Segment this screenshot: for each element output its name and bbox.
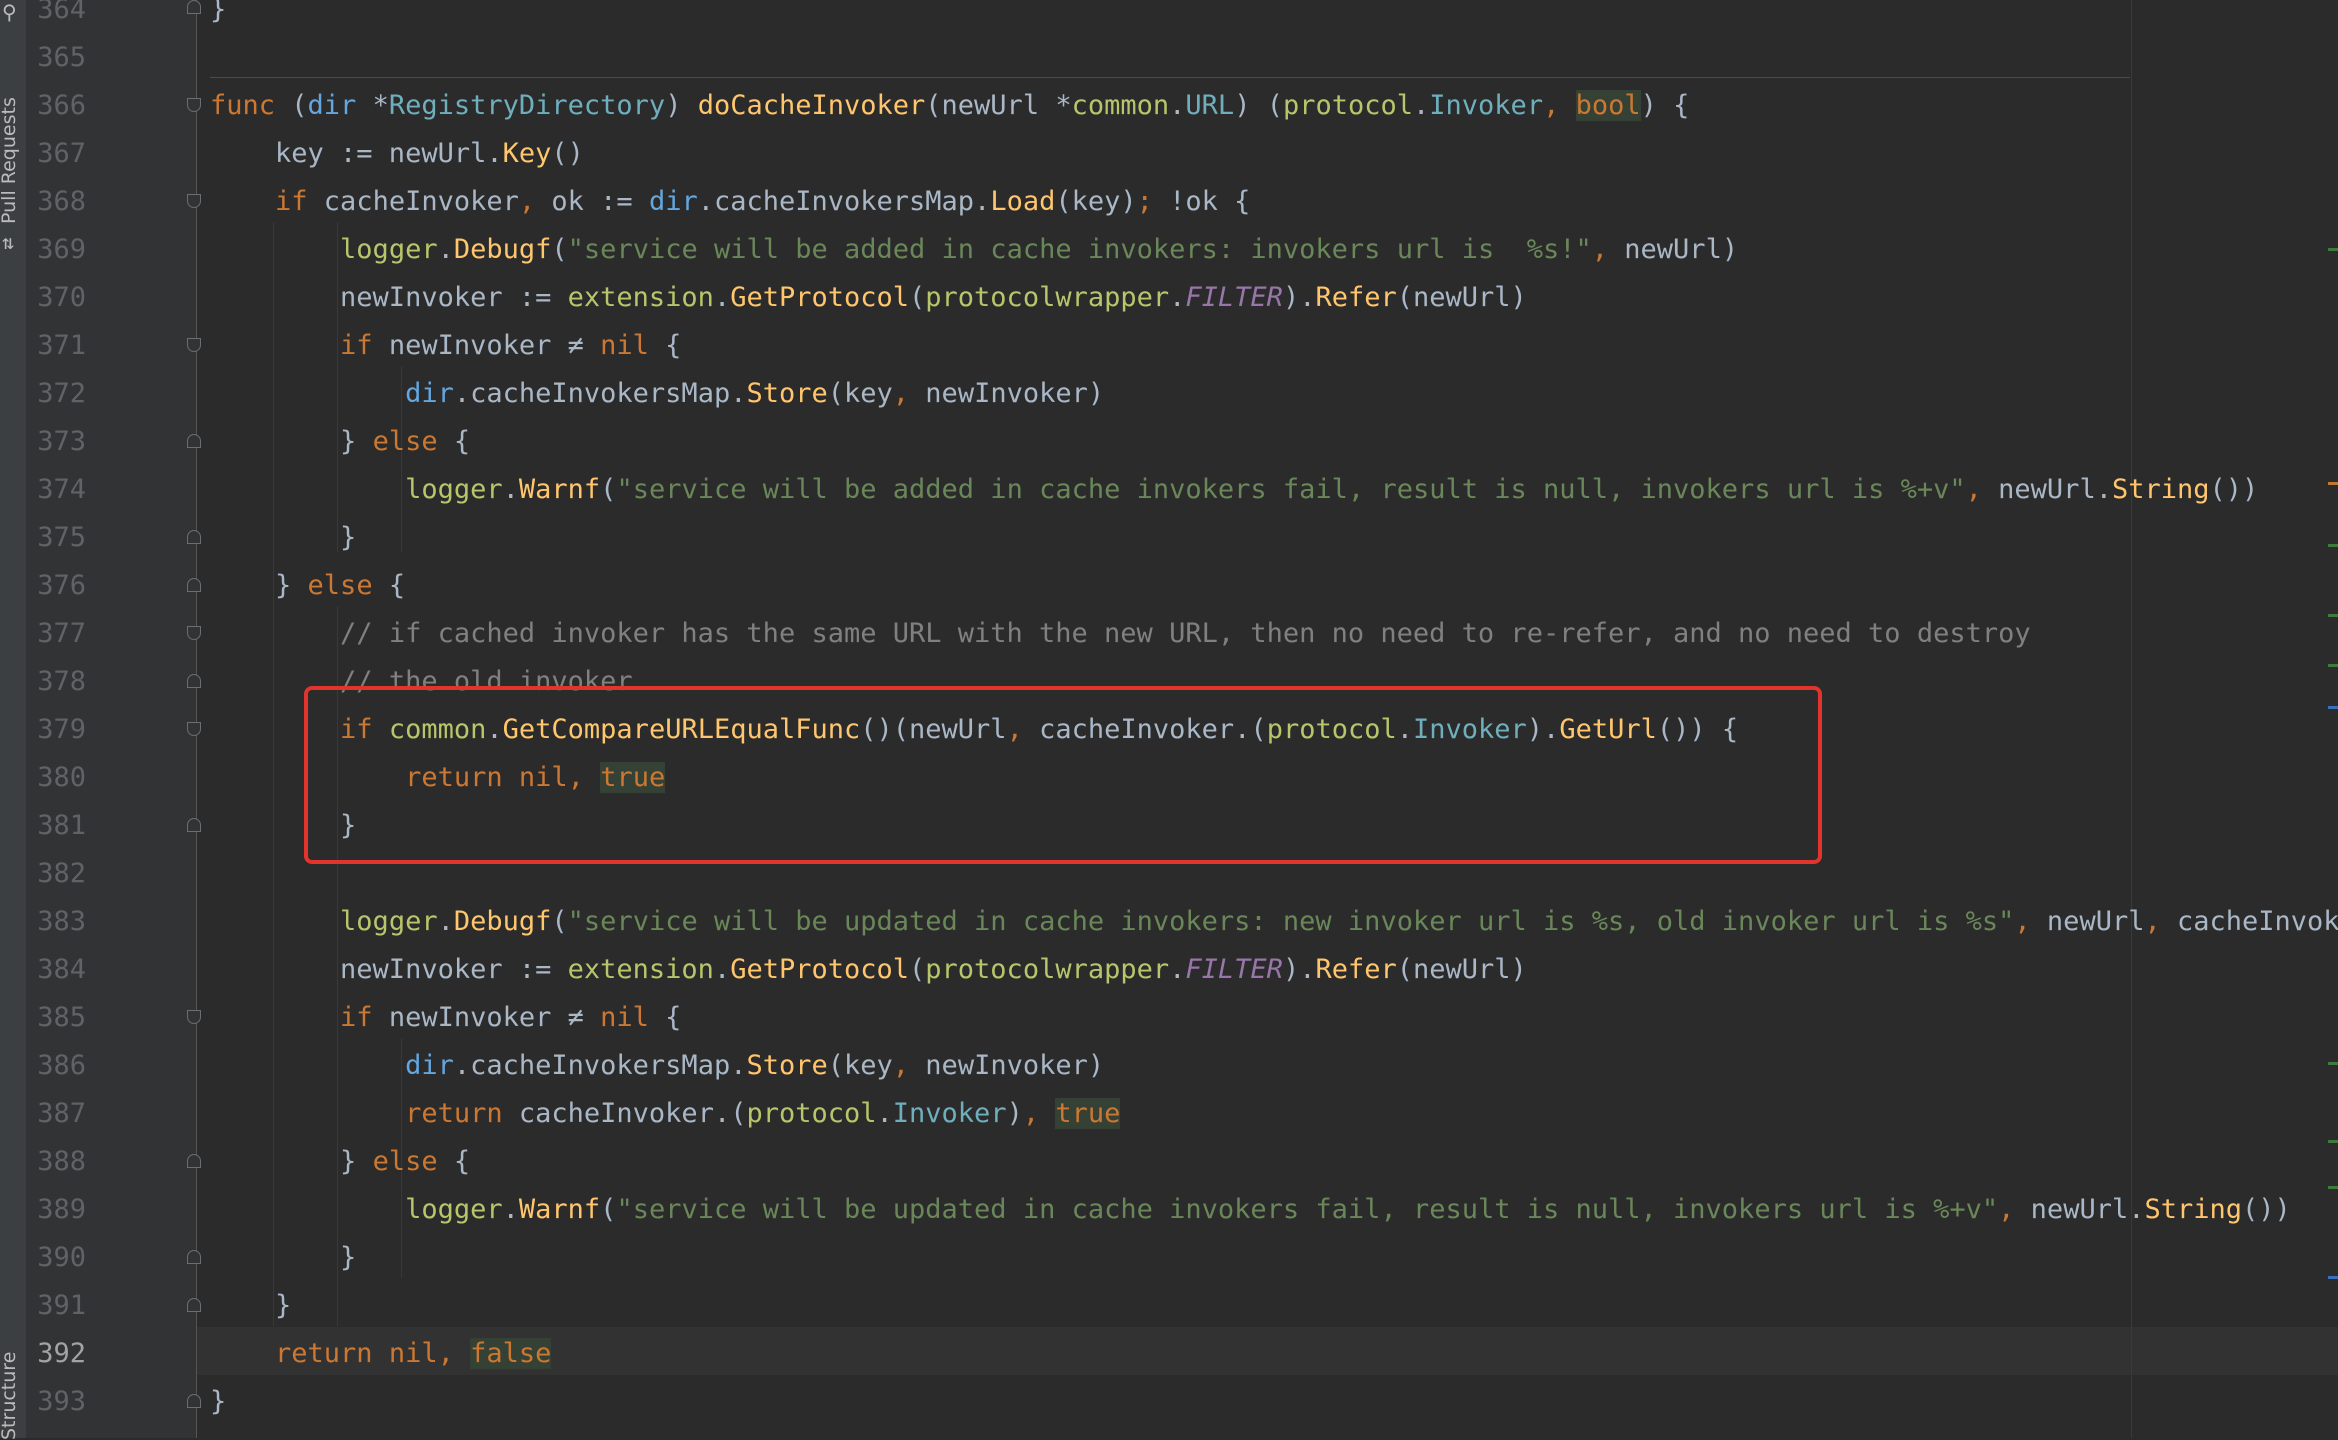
code-line[interactable]: logger.Debugf("service will be added in …: [210, 226, 1738, 274]
fold-marker-icon[interactable]: [187, 578, 201, 592]
fold-marker-icon[interactable]: [187, 674, 201, 688]
fold-marker-icon[interactable]: [187, 818, 201, 832]
change-marker[interactable]: [2328, 544, 2338, 547]
line-number[interactable]: 376: [26, 562, 86, 610]
method-separator: [210, 77, 2130, 78]
code-line[interactable]: dir.cacheInvokersMap.Store(key, newInvok…: [210, 1042, 1104, 1090]
code-line[interactable]: }: [210, 1378, 226, 1426]
line-number[interactable]: 380: [26, 754, 86, 802]
line-number[interactable]: 374: [26, 466, 86, 514]
code-line[interactable]: func (dir *RegistryDirectory) doCacheInv…: [210, 82, 1689, 130]
code-line[interactable]: if newInvoker ≠ nil {: [210, 322, 681, 370]
fold-marker-icon[interactable]: [187, 434, 201, 448]
code-line[interactable]: }: [210, 1282, 291, 1330]
code-line[interactable]: }: [210, 514, 356, 562]
code-line[interactable]: dir.cacheInvokersMap.Store(key, newInvok…: [210, 370, 1104, 418]
code-line[interactable]: newInvoker := extension.GetProtocol(prot…: [210, 274, 1527, 322]
fold-marker-icon[interactable]: [187, 626, 201, 640]
fold-marker-icon[interactable]: [187, 1394, 201, 1408]
line-number[interactable]: 373: [26, 418, 86, 466]
line-number[interactable]: 383: [26, 898, 86, 946]
fold-marker-icon[interactable]: [187, 0, 201, 14]
line-number[interactable]: 378: [26, 658, 86, 706]
left-tool-strip: ⚲ Pull Requests ⇅ Structure: [0, 0, 27, 1440]
change-marker[interactable]: [2328, 1062, 2338, 1065]
fold-marker-icon[interactable]: [187, 1298, 201, 1312]
line-number[interactable]: 387: [26, 1090, 86, 1138]
fold-marker-icon[interactable]: [187, 1010, 201, 1024]
change-marker[interactable]: [2328, 664, 2338, 667]
line-number[interactable]: 389: [26, 1186, 86, 1234]
line-number[interactable]: 365: [26, 34, 86, 82]
code-line[interactable]: if newInvoker ≠ nil {: [210, 994, 681, 1042]
code-line[interactable]: } else {: [210, 418, 470, 466]
gutter-divider: [196, 0, 197, 1438]
change-marker[interactable]: [2328, 1140, 2338, 1143]
line-number[interactable]: 388: [26, 1138, 86, 1186]
code-line[interactable]: // if cached invoker has the same URL wi…: [210, 610, 2031, 658]
code-line[interactable]: } else {: [210, 1138, 470, 1186]
annotation-highlight-box: [304, 686, 1822, 864]
line-number[interactable]: 385: [26, 994, 86, 1042]
line-number[interactable]: 382: [26, 850, 86, 898]
code-line[interactable]: if cacheInvoker, ok := dir.cacheInvokers…: [210, 178, 1250, 226]
line-number[interactable]: 366: [26, 82, 86, 130]
change-marker[interactable]: [2328, 1276, 2338, 1279]
code-line[interactable]: return cacheInvoker.(protocol.Invoker), …: [210, 1090, 1121, 1138]
line-number[interactable]: 368: [26, 178, 86, 226]
line-number[interactable]: 390: [26, 1234, 86, 1282]
code-line[interactable]: logger.Warnf("service will be updated in…: [210, 1186, 2291, 1234]
code-line[interactable]: }: [210, 0, 226, 34]
fold-marker-icon[interactable]: [187, 1250, 201, 1264]
line-number[interactable]: 379: [26, 706, 86, 754]
fold-marker-icon[interactable]: [187, 98, 201, 112]
change-marker[interactable]: [2328, 248, 2338, 251]
line-number[interactable]: 364: [26, 0, 86, 34]
code-line-current[interactable]: return nil, false: [210, 1330, 552, 1378]
pull-requests-tab[interactable]: Pull Requests: [0, 54, 20, 224]
code-line[interactable]: logger.Warnf("service will be added in c…: [210, 466, 2258, 514]
git-pull-icon[interactable]: ⚲: [2, 2, 17, 22]
change-marker[interactable]: [2328, 482, 2338, 485]
change-marker[interactable]: [2328, 706, 2338, 709]
change-marker[interactable]: [2328, 614, 2338, 617]
line-number[interactable]: 384: [26, 946, 86, 994]
structure-tab[interactable]: Structure: [0, 1350, 20, 1440]
fold-marker-icon[interactable]: [187, 530, 201, 544]
line-number[interactable]: 393: [26, 1378, 86, 1426]
line-number[interactable]: 377: [26, 610, 86, 658]
line-number[interactable]: 367: [26, 130, 86, 178]
code-line[interactable]: }: [210, 1234, 356, 1282]
line-number[interactable]: 391: [26, 1282, 86, 1330]
line-number[interactable]: 369: [26, 226, 86, 274]
line-number[interactable]: 371: [26, 322, 86, 370]
line-number-current[interactable]: 392: [26, 1330, 86, 1378]
line-number[interactable]: 386: [26, 1042, 86, 1090]
line-number[interactable]: 372: [26, 370, 86, 418]
line-number[interactable]: 381: [26, 802, 86, 850]
change-marker[interactable]: [2328, 1186, 2338, 1189]
line-number[interactable]: 375: [26, 514, 86, 562]
code-line[interactable]: newInvoker := extension.GetProtocol(prot…: [210, 946, 1527, 994]
code-line[interactable]: key := newUrl.Key(): [210, 130, 584, 178]
fold-marker-icon[interactable]: [187, 722, 201, 736]
line-number[interactable]: 370: [26, 274, 86, 322]
code-line[interactable]: } else {: [210, 562, 405, 610]
pull-request-icon[interactable]: ⇅: [2, 232, 14, 252]
fold-marker-icon[interactable]: [187, 338, 201, 352]
fold-marker-icon[interactable]: [187, 1154, 201, 1168]
fold-marker-icon[interactable]: [187, 194, 201, 208]
code-line[interactable]: logger.Debugf("service will be updated i…: [210, 898, 2338, 946]
